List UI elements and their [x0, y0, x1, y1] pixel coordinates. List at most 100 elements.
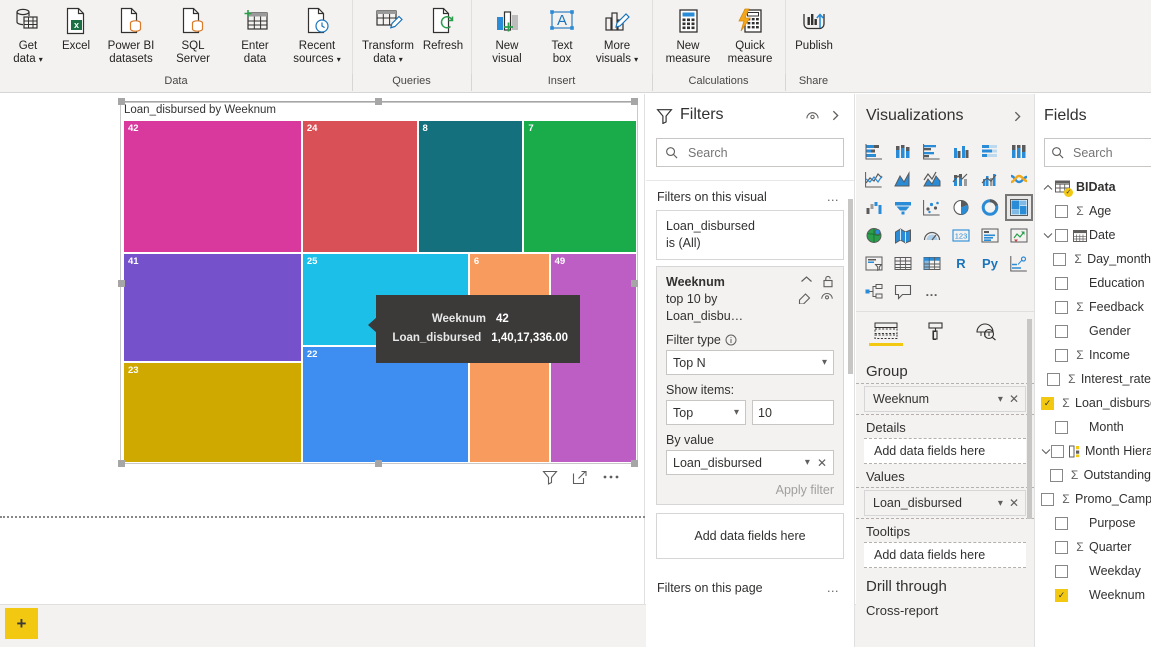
format-tab[interactable]: [914, 321, 958, 353]
recent-sources-button[interactable]: Recentsources ▾: [286, 0, 348, 73]
chevron-down-icon[interactable]: ▾: [998, 498, 1003, 509]
filters-search-box[interactable]: [656, 138, 844, 167]
field-item-age[interactable]: ΣAge: [1036, 199, 1151, 223]
field-item-education[interactable]: Education: [1036, 271, 1151, 295]
field-item-outstanding[interactable]: ΣOutstanding: [1036, 463, 1151, 487]
clear-filter-eraser-icon[interactable]: [798, 291, 811, 304]
treemap-tile[interactable]: 23: [123, 362, 302, 463]
text-box-button[interactable]: ATextbox: [538, 0, 586, 73]
field-checkbox[interactable]: [1055, 565, 1068, 578]
treemap-tile[interactable]: 41: [123, 253, 302, 361]
resize-handle-mid-right[interactable]: [631, 280, 638, 287]
remove-field-icon[interactable]: ✕: [1009, 496, 1019, 510]
field-item-date[interactable]: Date: [1036, 223, 1151, 247]
info-icon[interactable]: [725, 334, 737, 346]
field-checkbox[interactable]: [1041, 493, 1054, 506]
field-item-day-month[interactable]: ΣDay_month: [1036, 247, 1151, 271]
new-measure-button[interactable]: Newmeasure: [657, 0, 719, 73]
filters-pane-scrollbar[interactable]: [848, 199, 853, 374]
remove-field-icon[interactable]: ✕: [1009, 392, 1019, 406]
multi-row-card-icon[interactable]: [976, 222, 1004, 249]
field-item-loan-disbursed[interactable]: ✓ΣLoan_disbursed: [1036, 391, 1151, 415]
filters-visual-dropzone[interactable]: Add data fields here: [656, 513, 844, 559]
pie-chart-icon[interactable]: [947, 194, 975, 221]
gauge-icon[interactable]: [918, 222, 946, 249]
filters-search-input[interactable]: [686, 145, 851, 161]
quick-measure-button[interactable]: Quickmeasure: [719, 0, 781, 73]
q-and-a-icon[interactable]: [889, 278, 917, 305]
report-canvas[interactable]: Loan_disbursed by Weeknum 42248741232522…: [0, 94, 645, 604]
get-data-button[interactable]: Getdata ▾: [4, 0, 52, 73]
field-checkbox[interactable]: [1055, 301, 1068, 314]
100-percent-stacked-column-chart-icon[interactable]: [1005, 138, 1033, 165]
enter-data-button[interactable]: Enterdata: [224, 0, 286, 73]
filter-card-weeknum[interactable]: Weeknum top 10 by Loan_disbu…: [656, 266, 844, 505]
filter-card-loan-disbursed[interactable]: Loan_disbursed is (All): [656, 210, 844, 260]
field-item-feedback[interactable]: ΣFeedback: [1036, 295, 1151, 319]
field-item-month[interactable]: Month: [1036, 415, 1151, 439]
scatter-chart-icon[interactable]: [918, 194, 946, 221]
well-dropzone-details[interactable]: Add data fields here: [864, 438, 1026, 464]
visualizations-pane[interactable]: Visualizations 123RPy…: [856, 94, 1035, 647]
collapse-caret-icon[interactable]: [800, 275, 813, 288]
visualizations-tab-strip[interactable]: [856, 311, 1034, 353]
card-icon[interactable]: 123: [947, 222, 975, 249]
stacked-bar-chart-icon[interactable]: [860, 138, 888, 165]
visualizations-pane-scrollbar[interactable]: [1027, 319, 1032, 519]
more-options-icon[interactable]: [602, 469, 620, 485]
well-chip-loan_disbursed[interactable]: Loan_disbursed▾✕: [864, 490, 1026, 516]
collapse-chevron-icon[interactable]: [1011, 110, 1024, 123]
chevron-down-icon[interactable]: ▾: [998, 394, 1003, 405]
field-checkbox[interactable]: [1055, 205, 1068, 218]
fields-tab[interactable]: [864, 321, 908, 353]
show-items-direction-select[interactable]: Top ▾: [666, 400, 746, 425]
funnel-chart-icon[interactable]: [889, 194, 917, 221]
refresh-button[interactable]: Refresh: [419, 0, 467, 73]
excel-button[interactable]: xExcel: [52, 0, 100, 73]
decomposition-tree-icon[interactable]: [860, 278, 888, 305]
fields-pane[interactable]: Fields ✓ BIData ΣAgeDateΣDay_monthEdu: [1036, 94, 1151, 647]
field-item-gender[interactable]: Gender: [1036, 319, 1151, 343]
kpi-icon[interactable]: [1005, 222, 1033, 249]
field-wells[interactable]: GroupWeeknum▾✕DetailsAdd data fields her…: [856, 353, 1034, 621]
hide-pane-eye-icon[interactable]: [805, 109, 820, 122]
more-visuals-button[interactable]: Morevisuals ▾: [586, 0, 648, 73]
filled-map-icon[interactable]: [889, 222, 917, 249]
area-chart-icon[interactable]: [889, 166, 917, 193]
well-chip-weeknum[interactable]: Weeknum▾✕: [864, 386, 1026, 412]
resize-handle-top-right[interactable]: [631, 98, 638, 105]
fields-list[interactable]: ΣAgeDateΣDay_monthEducationΣFeedbackGend…: [1036, 199, 1151, 607]
fields-search-input[interactable]: [1071, 145, 1151, 161]
treemap-icon[interactable]: [1005, 194, 1033, 221]
remove-by-value-icon[interactable]: ✕: [817, 456, 827, 470]
power-bi-datasets-button[interactable]: Power BIdatasets: [100, 0, 162, 73]
field-item-income[interactable]: ΣIncome: [1036, 343, 1151, 367]
field-item-promo-campaign[interactable]: ΣPromo_Campaign: [1036, 487, 1151, 511]
fields-search-box[interactable]: [1044, 138, 1151, 167]
well-dropzone-tooltips[interactable]: Add data fields here: [864, 542, 1026, 568]
resize-handle-top-center[interactable]: [375, 98, 382, 105]
line-and-clustered-column-chart-icon[interactable]: [976, 166, 1004, 193]
expand-caret-icon[interactable]: [1041, 448, 1051, 455]
donut-chart-icon[interactable]: [976, 194, 1004, 221]
add-page-button[interactable]: +: [5, 608, 38, 639]
by-value-select[interactable]: Loan_disbursed ▾ ✕: [666, 450, 834, 475]
fields-table-bidata[interactable]: ✓ BIData: [1036, 175, 1151, 199]
field-item-interest-rate[interactable]: ΣInterest_rate: [1036, 367, 1151, 391]
treemap-tile[interactable]: 8: [418, 120, 524, 253]
stacked-area-chart-icon[interactable]: [918, 166, 946, 193]
clustered-column-chart-icon[interactable]: [947, 138, 975, 165]
apply-filter-button[interactable]: Apply filter: [666, 483, 834, 497]
collapse-caret-icon[interactable]: [1041, 184, 1055, 191]
field-item-month-hierarchy[interactable]: Month Hierarchy: [1036, 439, 1151, 463]
resize-handle-mid-left[interactable]: [118, 280, 125, 287]
resize-handle-top-left[interactable]: [118, 98, 125, 105]
field-checkbox[interactable]: [1055, 277, 1068, 290]
filters-on-page-menu-icon[interactable]: …: [827, 581, 841, 595]
ribbon-chart-icon[interactable]: [1005, 166, 1033, 193]
filters-pane[interactable]: Filters Filters on this visual … Loan_di…: [646, 94, 855, 647]
analytics-tab[interactable]: [964, 321, 1008, 353]
visual-type-gallery[interactable]: 123RPy…: [856, 138, 1034, 305]
field-checkbox[interactable]: [1055, 349, 1068, 362]
python-visual-icon[interactable]: Py: [976, 250, 1004, 277]
